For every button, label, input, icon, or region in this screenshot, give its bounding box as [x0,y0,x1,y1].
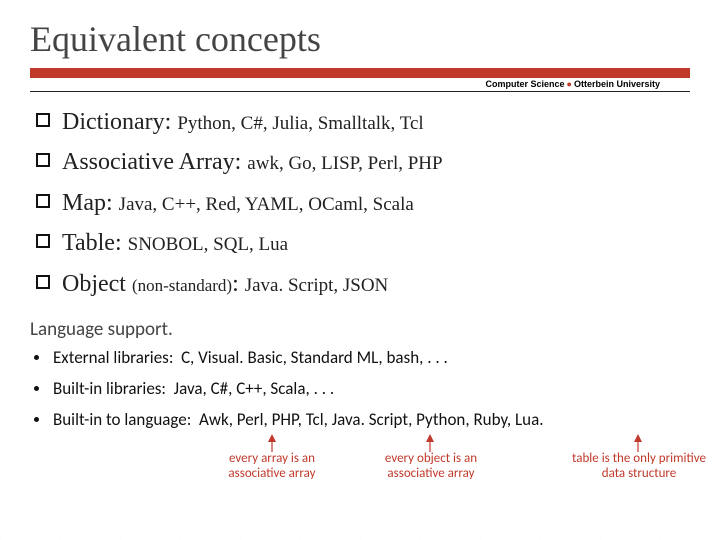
list-item: Built-in to language: Awk, Perl, PHP, Tc… [34,409,690,430]
list-item: External libraries: C, Visual. Basic, St… [34,347,690,368]
annotation: table is the only primitive data structu… [564,452,714,482]
list-item: Built-in libraries: Java, C#, C++, Scala… [34,378,690,399]
arrow-icon [420,434,440,452]
org-right: Otterbein University [574,79,660,89]
support-langs: Java, C#, C++, Scala, . . . [174,378,334,399]
bullet-icon [34,417,39,422]
support-text: External libraries: C, Visual. Basic, St… [53,347,448,368]
org-left: Computer Science [486,79,565,89]
support-label: External libraries: [53,347,173,368]
annotation-row: every array is an associative array ever… [30,440,690,510]
arrow-icon [628,434,648,452]
dot-icon: ● [567,79,572,89]
concept-detail: Java, C++, Red, YAML, OCaml, Scala [119,194,414,215]
concept-paren: (non-standard) [132,276,232,295]
concept-name: Associative Array [62,149,235,175]
page-title: Equivalent concepts [30,18,690,60]
support-langs: C, Visual. Basic, Standard ML, bash, . .… [181,347,448,368]
support-text: Built-in to language: Awk, Perl, PHP, Tc… [53,409,544,430]
concept-text: Table: SNOBOL, SQL, Lua [62,227,288,259]
concept-name: Object [62,271,126,297]
annotation: every array is an associative array [212,452,332,482]
concept-text: Associative Array: awk, Go, LISP, Perl, … [62,146,443,178]
support-label: Built-in to language: [53,409,191,430]
concept-detail: awk, Go, LISP, Perl, PHP [247,153,442,174]
bullet-icon [34,355,39,360]
concept-text: Object (non-standard): Java. Script, JSO… [62,268,388,300]
support-list: External libraries: C, Visual. Basic, St… [30,347,690,430]
concept-detail: SNOBOL, SQL, Lua [128,234,288,255]
concept-name: Map [62,190,106,216]
slide: Equivalent concepts Computer Science ● O… [0,0,720,540]
support-langs: Awk, Perl, PHP, Tcl, Java. Script, Pytho… [199,409,544,430]
list-item: Dictionary: Python, C#, Julia, Smalltalk… [36,106,690,138]
list-item: Object (non-standard): Java. Script, JSO… [36,268,690,300]
checkbox-icon [36,113,50,127]
support-heading: Language support. [30,318,690,341]
concept-list: Dictionary: Python, C#, Julia, Smalltalk… [30,106,690,300]
red-bar [30,68,690,78]
checkbox-icon [36,194,50,208]
sub-rule: Computer Science ● Otterbein University [30,78,690,92]
bullet-icon [34,386,39,391]
concept-text: Dictionary: Python, C#, Julia, Smalltalk… [62,106,424,138]
checkbox-icon [36,153,50,167]
annotation: every object is an associative array [368,452,494,482]
concept-name: Dictionary [62,109,165,135]
concept-text: Map: Java, C++, Red, YAML, OCaml, Scala [62,187,414,219]
list-item: Table: SNOBOL, SQL, Lua [36,227,690,259]
title-rule: Computer Science ● Otterbein University [30,68,690,92]
concept-detail: Java. Script, JSON [245,275,389,296]
support-label: Built-in libraries: [53,378,166,399]
checkbox-icon [36,234,50,248]
checkbox-icon [36,275,50,289]
concept-detail: Python, C#, Julia, Smalltalk, Tcl [177,113,423,134]
concept-name: Table [62,230,115,256]
list-item: Associative Array: awk, Go, LISP, Perl, … [36,146,690,178]
arrow-icon [262,434,282,452]
support-text: Built-in libraries: Java, C#, C++, Scala… [53,378,334,399]
list-item: Map: Java, C++, Red, YAML, OCaml, Scala [36,187,690,219]
